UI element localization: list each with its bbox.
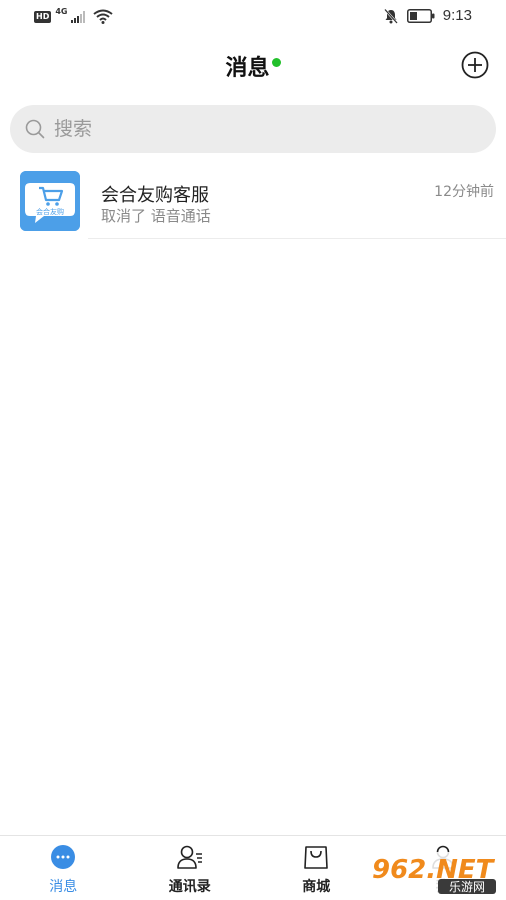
- conversation-time: 12分钟前: [434, 184, 494, 200]
- chat-bubble-icon: [51, 845, 76, 869]
- nav-label-contacts: 通讯录: [168, 879, 211, 895]
- search-input[interactable]: [54, 118, 454, 140]
- header-title-wrap: 消息: [0, 50, 506, 82]
- avatar: 会合友购: [20, 171, 80, 231]
- bell-muted-icon: [383, 8, 398, 24]
- status-bar-right: 9:13: [383, 7, 472, 24]
- wifi-icon: [93, 9, 114, 24]
- search-bar[interactable]: [10, 105, 496, 153]
- signal-icon: [71, 10, 86, 23]
- conversation-item[interactable]: 会合友购 会合友购客服 取消了 语音通话 12分钟前: [0, 163, 506, 239]
- page-title: 消息: [225, 56, 270, 81]
- conversation-name: 会合友购客服: [101, 185, 209, 206]
- nav-item-mall[interactable]: 商城: [253, 836, 380, 900]
- clock: 9:13: [442, 7, 472, 24]
- battery-icon: [406, 8, 435, 23]
- header: 消息: [0, 40, 506, 90]
- nav-item-contacts[interactable]: 通讯录: [127, 836, 254, 900]
- watermark-logo: 962.NET 乐游网: [368, 852, 500, 896]
- divider: [88, 238, 506, 239]
- status-bar: HD 4G 9:13: [0, 0, 506, 36]
- watermark-sub: 乐游网: [449, 880, 485, 894]
- nav-item-messages[interactable]: 消息: [0, 836, 127, 900]
- nav-label-mall: 商城: [302, 879, 331, 895]
- hd-badge: HD: [34, 10, 52, 23]
- status-bar-left: HD 4G: [34, 7, 114, 24]
- add-button[interactable]: [460, 50, 490, 80]
- avatar-text: 会合友购: [36, 207, 64, 216]
- search-icon: [25, 119, 45, 139]
- conversation-preview: 取消了 语音通话: [101, 207, 211, 225]
- shop-logo-icon: 会合友购: [20, 171, 80, 231]
- contacts-icon: [176, 845, 202, 869]
- nav-label-messages: 消息: [49, 879, 78, 895]
- online-status-dot: [271, 58, 281, 67]
- shopping-bag-icon: [304, 846, 329, 869]
- network-type: 4G: [55, 7, 68, 16]
